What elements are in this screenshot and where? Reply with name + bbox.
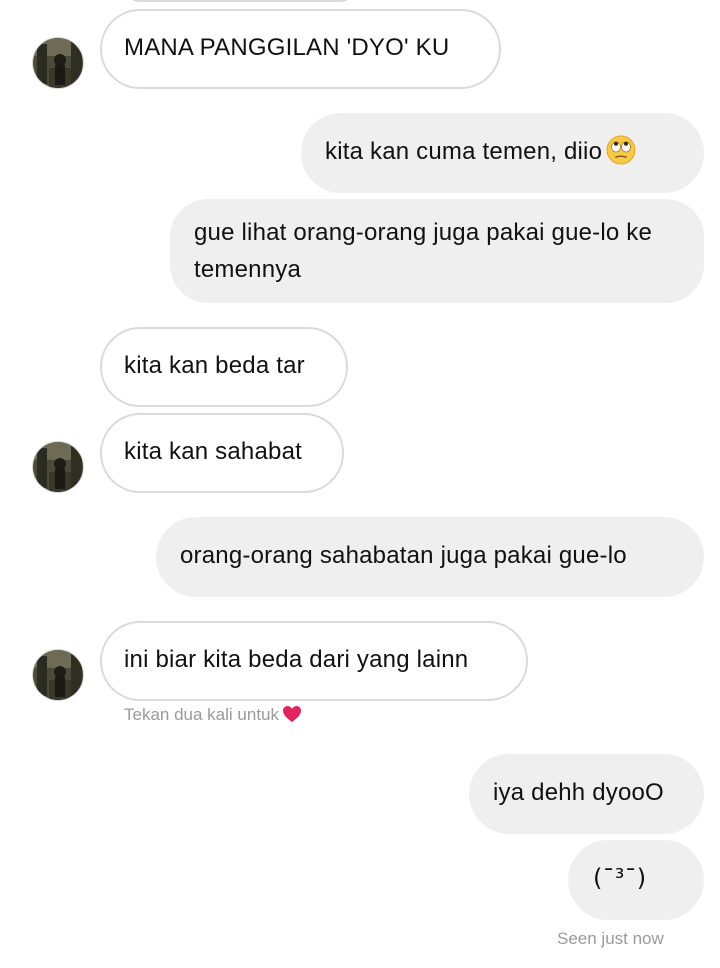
message-text: kita kan sahabat (124, 438, 302, 465)
outgoing-message-bubble[interactable]: orang-orang sahabatan juga pakai gue-lo (156, 517, 704, 597)
message-text: (¯³¯) (593, 864, 647, 892)
double-tap-hint-text: Tekan dua kali untuk (124, 705, 279, 724)
avatar[interactable] (32, 649, 84, 701)
incoming-message-bubble[interactable]: ini biar kita beda dari yang lainn (100, 621, 528, 701)
avatar-photo-icon (33, 38, 83, 88)
previous-message-bubble[interactable] (120, 0, 360, 2)
chat-thread: MANA PANGGILAN 'DYO' KU kita kan cuma te… (0, 0, 720, 968)
face-with-rolling-eyes-icon (606, 135, 636, 176)
incoming-message-bubble[interactable]: kita kan sahabat (100, 413, 344, 493)
double-tap-hint: Tekan dua kali untuk (124, 705, 302, 728)
message-text: iya dehh dyooO (493, 779, 664, 806)
avatar-photo-icon (33, 442, 83, 492)
outgoing-message-bubble[interactable]: gue lihat orang-orang juga pakai gue-lo … (170, 199, 704, 303)
message-text: orang-orang sahabatan juga pakai gue-lo (180, 542, 627, 569)
outgoing-message-bubble[interactable]: (¯³¯) (568, 840, 704, 920)
message-text: kita kan cuma temen, diio (325, 138, 603, 165)
avatar-photo-icon (33, 650, 83, 700)
message-text: ini biar kita beda dari yang lainn (124, 646, 469, 673)
red-heart-icon (282, 705, 302, 728)
avatar[interactable] (32, 441, 84, 493)
outgoing-message-bubble[interactable]: iya dehh dyooO (469, 754, 704, 834)
message-text: gue lihat orang-orang juga pakai gue-lo … (194, 219, 653, 283)
incoming-message-bubble[interactable]: MANA PANGGILAN 'DYO' KU (100, 9, 501, 89)
incoming-message-bubble[interactable]: kita kan beda tar (100, 327, 348, 407)
avatar[interactable] (32, 37, 84, 89)
message-text: kita kan beda tar (124, 352, 305, 379)
seen-status: Seen just now (557, 929, 664, 949)
seen-status-text: Seen just now (557, 929, 664, 948)
message-text: MANA PANGGILAN 'DYO' KU (124, 34, 450, 61)
outgoing-message-bubble[interactable]: kita kan cuma temen, diio (301, 113, 704, 193)
